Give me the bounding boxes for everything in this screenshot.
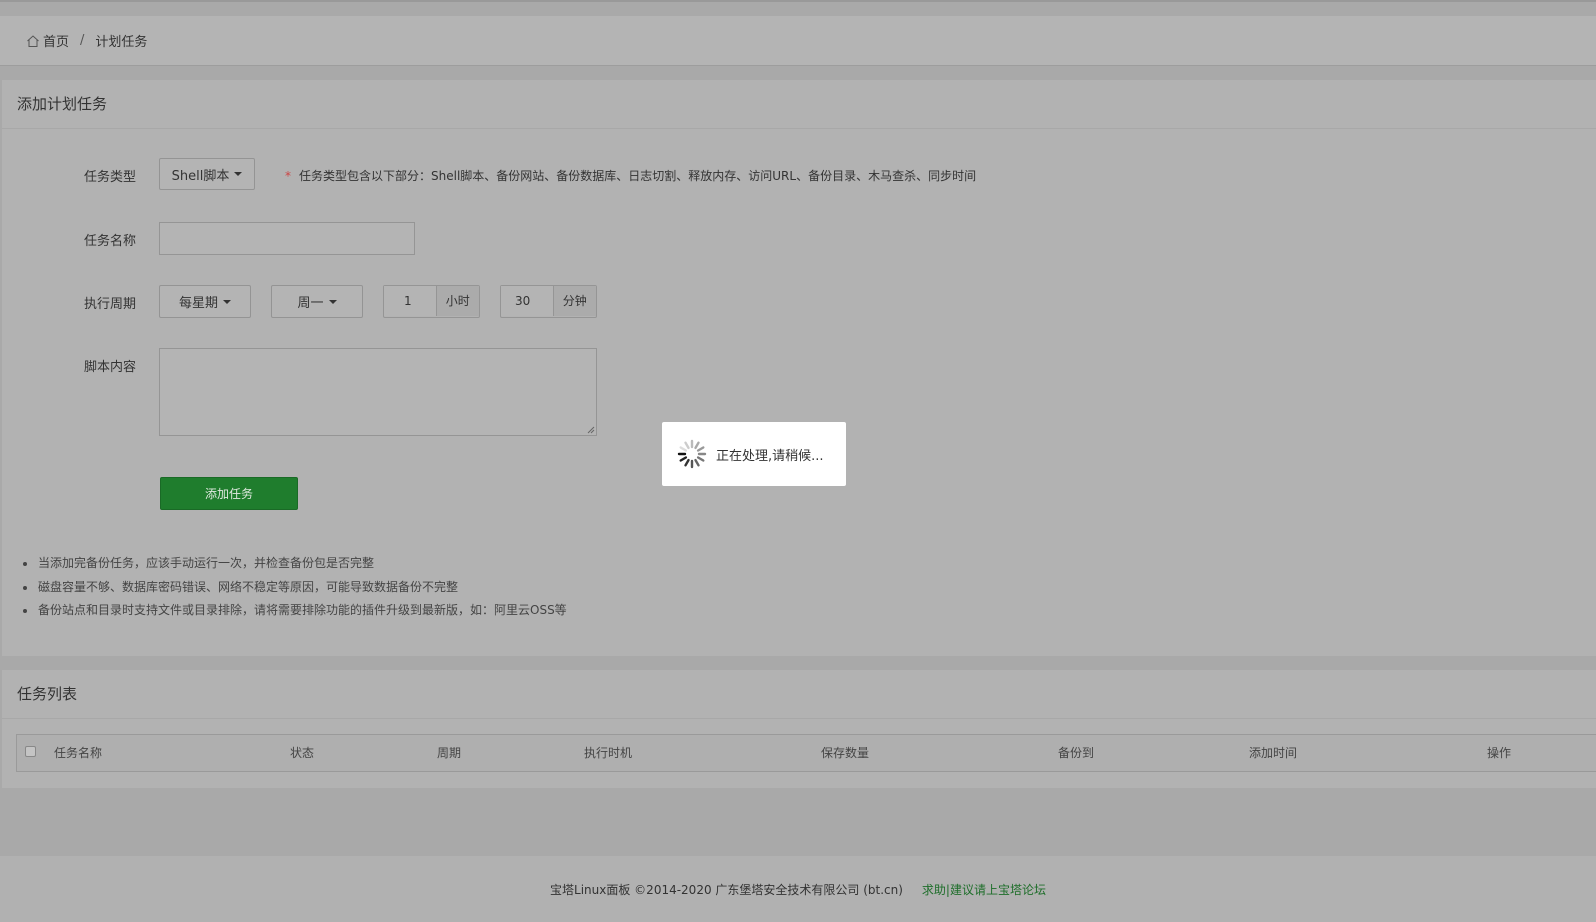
breadcrumb-current: 计划任务 [95,35,148,50]
col-task-name[interactable]: 任务名称 [54,735,102,771]
task-name-input[interactable] [159,222,415,255]
task-name-label: 任务名称 [84,234,137,249]
weekday-dropdown[interactable]: 周一 [271,285,363,318]
select-all-checkbox[interactable] [25,746,36,757]
add-task-panel-title: 添加计划任务 [2,80,1596,129]
chevron-down-icon [234,172,243,176]
footer-copyright: 宝塔Linux面板 ©2014-2020 广东堡塔安全技术有限公司 (bt.cn… [550,882,903,897]
task-list-title: 任务列表 [2,670,1596,719]
task-type-label: 任务类型 [84,170,137,185]
required-star: * [285,169,291,183]
breadcrumb-home-link[interactable]: 首页 [43,31,69,50]
loading-spinner-icon [677,439,707,469]
period-cycle-value: 每星期 [178,296,218,311]
note-item: 磁盘容量不够、数据库密码错误、网络不稳定等原因，可能导致数据备份不完整 [22,576,567,600]
home-icon[interactable] [26,34,40,48]
loading-dialog: 正在处理,请稍候... [662,422,846,486]
weekday-value: 周一 [297,296,324,311]
minute-input-group: 30 分钟 [500,285,597,318]
period-cycle-dropdown[interactable]: 每星期 [159,285,251,318]
note-item: 当添加完备份任务，应该手动运行一次，并检查备份包是否完整 [22,552,567,576]
col-actions: 操作 [1487,746,1512,760]
add-task-button[interactable]: 添加任务 [160,477,298,510]
hour-unit: 小时 [435,286,479,316]
task-type-dropdown[interactable]: Shell脚本 [159,158,255,190]
col-save-count[interactable]: 保存数量 [821,735,869,771]
forum-link[interactable]: 求助|建议请上宝塔论坛 [922,881,1046,898]
task-list-panel: 任务列表 任务名称 状态 周期 执行时机 保存数量 备份到 添加时间 操作 [2,670,1596,788]
task-table-header: 任务名称 状态 周期 执行时机 保存数量 备份到 添加时间 操作 [16,734,1596,772]
chevron-down-icon [223,299,231,304]
top-strip [0,0,1596,2]
col-add-time[interactable]: 添加时间 [1249,735,1297,771]
minute-input[interactable]: 30 [501,286,553,316]
notes-list: 当添加完备份任务，应该手动运行一次，并检查备份包是否完整 磁盘容量不够、数据库密… [22,552,567,623]
breadcrumb: 首页 / 计划任务 [0,16,1596,66]
loading-text: 正在处理,请稍候... [716,448,824,464]
task-type-value: Shell脚本 [171,168,230,184]
col-status[interactable]: 状态 [290,735,314,771]
note-item: 备份站点和目录时支持文件或目录排除，请将需要排除功能的插件升级到最新版，如：阿里… [22,599,567,623]
chevron-down-icon [328,299,337,304]
script-textarea[interactable] [159,348,597,436]
resize-handle-icon[interactable] [587,426,595,434]
col-exec-time[interactable]: 执行时机 [584,735,632,771]
task-type-hint-text: 任务类型包含以下部分：Shell脚本、备份网站、备份数据库、日志切割、释放内存、… [299,169,977,183]
script-label: 脚本内容 [84,360,137,375]
task-type-hint: * 任务类型包含以下部分：Shell脚本、备份网站、备份数据库、日志切割、释放内存… [285,167,976,184]
period-label: 执行周期 [84,297,137,312]
minute-unit: 分钟 [552,286,596,316]
col-period[interactable]: 周期 [437,735,461,771]
footer: 宝塔Linux面板 ©2014-2020 广东堡塔安全技术有限公司 (bt.cn… [0,856,1596,922]
col-backup-to[interactable]: 备份到 [1058,735,1094,771]
breadcrumb-separator: / [80,33,85,48]
hour-input[interactable]: 1 [384,286,436,316]
add-task-panel: 添加计划任务 任务类型 Shell脚本 * 任务类型包含以下部分：Shell脚本、… [2,80,1596,656]
hour-input-group: 1 小时 [383,285,480,318]
